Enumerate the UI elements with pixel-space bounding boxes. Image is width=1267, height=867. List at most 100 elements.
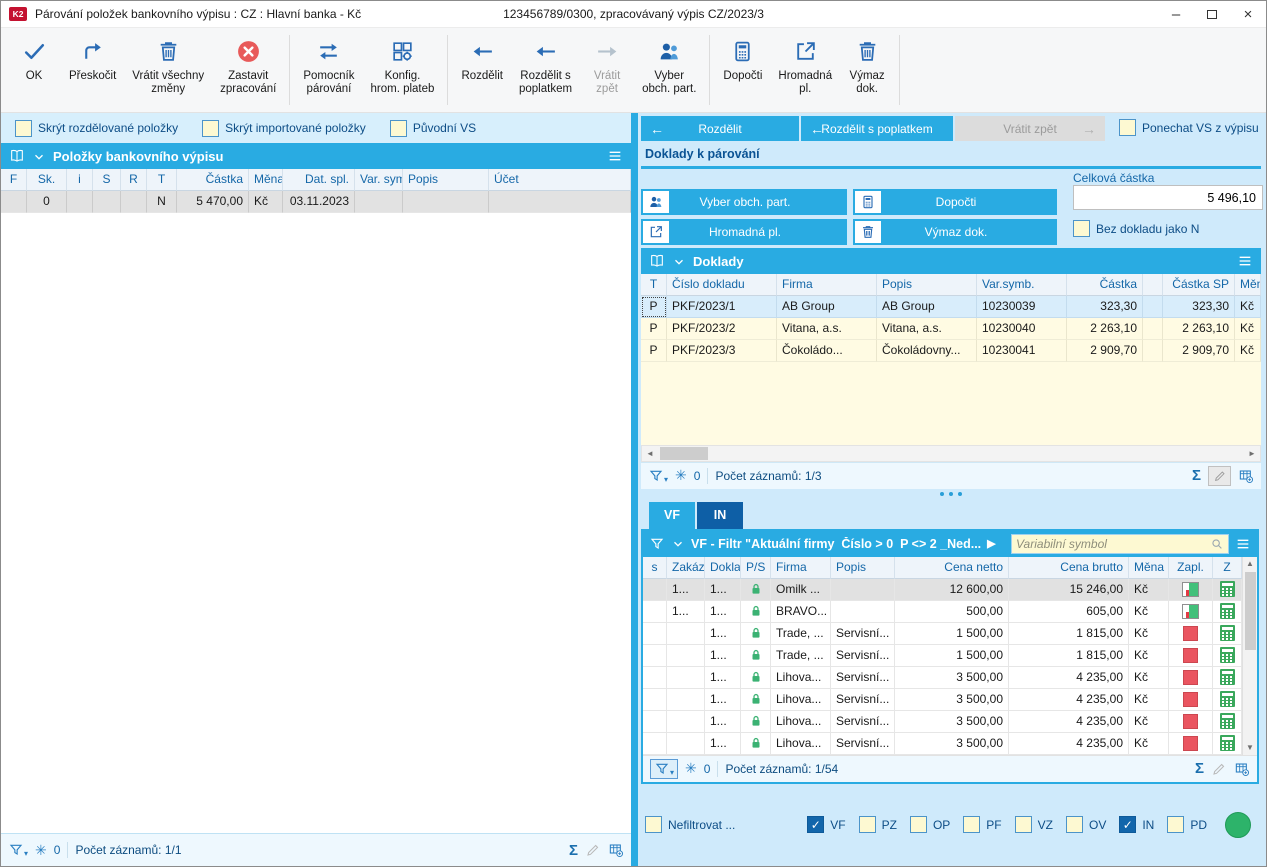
book-icon[interactable]: [9, 148, 25, 165]
no-doc-checkbox[interactable]: [1073, 220, 1090, 237]
hide-split-checkbox[interactable]: [15, 120, 32, 137]
invoice-row[interactable]: 1...Lihova...Servisní...3 500,004 235,00…: [643, 689, 1242, 711]
invoice-grid-header-cell[interactable]: Firma: [771, 557, 831, 579]
filter-icon[interactable]: ▾: [8, 842, 28, 858]
chevron-down-icon[interactable]: [671, 536, 685, 551]
no-doc-label[interactable]: Bez dokladu jako N: [1096, 222, 1199, 236]
book-icon[interactable]: [649, 253, 665, 270]
type-vf-checkbox[interactable]: ✓: [807, 816, 824, 833]
docs-grid[interactable]: TČíslo dokladuFirmaPopisVar.symb.ČástkaČ…: [641, 274, 1261, 362]
docs-grid-header-cell[interactable]: Částka: [1067, 274, 1143, 296]
type-pf-checkbox-group[interactable]: PF: [963, 816, 1001, 833]
panel-splitter-horizontal[interactable]: [641, 489, 1261, 500]
docs-grid-header-cell[interactable]: Popis: [877, 274, 977, 296]
maximize-button[interactable]: [1194, 1, 1230, 27]
bank-item-row[interactable]: 0N5 470,00Kč03.11.2023: [1, 191, 631, 213]
chevron-down-icon[interactable]: [672, 253, 686, 269]
doc-row[interactable]: PPKF/2023/1AB GroupAB Group10230039323,3…: [641, 296, 1261, 318]
type-pd-checkbox-label[interactable]: PD: [1190, 818, 1207, 832]
docs-grid-header-cell[interactable]: Měna: [1235, 274, 1261, 296]
split-button[interactable]: ← Rozdělit: [641, 116, 799, 141]
keep-vs-label[interactable]: Ponechat VS z výpisu: [1142, 121, 1259, 135]
table-add-icon[interactable]: [1238, 468, 1254, 484]
invoice-grid-header-cell[interactable]: P/S: [741, 557, 771, 579]
bank-items-header-cell[interactable]: Dat. spl.: [283, 169, 355, 191]
type-op-checkbox[interactable]: [910, 816, 927, 833]
invoice-row[interactable]: 1...1...BRAVO...500,00605,00Kč: [643, 601, 1242, 623]
total-amount-input[interactable]: [1073, 185, 1263, 210]
type-vz-checkbox-label[interactable]: VZ: [1038, 818, 1053, 832]
type-ov-checkbox[interactable]: [1066, 816, 1083, 833]
type-vf-checkbox-group[interactable]: ✓VF: [807, 816, 845, 833]
compute-button[interactable]: Dopočti: [853, 189, 1057, 215]
hide-split-checkbox-group[interactable]: Skrýt rozdělované položky: [15, 120, 178, 137]
type-op-checkbox-group[interactable]: OP: [910, 816, 950, 833]
bank-items-grid[interactable]: FSk.iSRTČástkaMěnaDat. spl.Var. sym.Popi…: [1, 169, 631, 213]
invoice-grid-header-cell[interactable]: Měna: [1129, 557, 1169, 579]
toolbar-pick-partner-button[interactable]: Vyber obch. part.: [634, 32, 704, 108]
type-pf-checkbox-label[interactable]: PF: [986, 818, 1001, 832]
scroll-right-icon[interactable]: ►: [1244, 449, 1260, 458]
pick-partner-button[interactable]: Vyber obch. part.: [641, 189, 847, 215]
doc-row[interactable]: PPKF/2023/3Čokoládo...Čokoládovny...1023…: [641, 340, 1261, 362]
hide-imported-checkbox-label[interactable]: Skrýt importované položky: [225, 121, 366, 135]
type-pd-checkbox-group[interactable]: PD: [1167, 816, 1207, 833]
docs-grid-header-cell[interactable]: T: [641, 274, 667, 296]
menu-icon[interactable]: [1235, 536, 1251, 552]
invoice-grid-header-cell[interactable]: Zapl.: [1169, 557, 1213, 579]
toolbar-bulk-pay-button[interactable]: Hromadná pl.: [770, 32, 840, 108]
toolbar-bulk-config-button[interactable]: Konfig. hrom. plateb: [363, 32, 443, 108]
invoice-grid-header-cell[interactable]: Z: [1213, 557, 1242, 579]
split-with-fee-button[interactable]: ← Rozdělit s poplatkem: [801, 116, 953, 141]
bank-items-header-cell[interactable]: Účet: [489, 169, 631, 191]
type-pf-checkbox[interactable]: [963, 816, 980, 833]
table-add-icon[interactable]: [1234, 761, 1250, 777]
tab-in[interactable]: IN: [697, 502, 743, 529]
bank-items-header-cell[interactable]: R: [121, 169, 147, 191]
bank-items-header-cell[interactable]: T: [147, 169, 177, 191]
type-pd-checkbox[interactable]: [1167, 816, 1184, 833]
scroll-left-icon[interactable]: ◄: [642, 449, 658, 458]
unfiltered-checkbox[interactable]: [645, 816, 662, 833]
bank-items-header-cell[interactable]: S: [93, 169, 121, 191]
toolbar-stop-button[interactable]: Zastavit zpracování: [212, 32, 284, 108]
unfiltered-checkbox-group[interactable]: Nefiltrovat ...: [645, 816, 735, 833]
chevron-down-icon[interactable]: [32, 148, 46, 164]
sum-icon[interactable]: Σ: [1195, 760, 1204, 777]
original-vs-checkbox-label[interactable]: Původní VS: [413, 121, 476, 135]
invoice-row[interactable]: 1...Trade, ...Servisní...1 500,001 815,0…: [643, 645, 1242, 667]
minimize-button[interactable]: –: [1158, 1, 1194, 27]
type-in-checkbox[interactable]: ✓: [1119, 816, 1136, 833]
funnel-icon[interactable]: [649, 536, 665, 552]
bank-items-header-cell[interactable]: Var. sym.: [355, 169, 403, 191]
toolbar-split-button[interactable]: Rozdělit: [453, 32, 511, 108]
scroll-thumb[interactable]: [1245, 572, 1256, 650]
invoice-grid-header-cell[interactable]: Dokla: [705, 557, 741, 579]
bank-items-header-cell[interactable]: Částka: [177, 169, 249, 191]
pin-icon[interactable]: ✳: [35, 842, 47, 859]
type-pz-checkbox[interactable]: [859, 816, 876, 833]
invoice-grid[interactable]: sZakázDoklaP/SFirmaPopisCena nettoCena b…: [643, 557, 1242, 755]
toolbar-ok-button[interactable]: OK: [7, 32, 61, 108]
tab-vf[interactable]: VF: [649, 502, 695, 529]
no-doc-checkbox-group[interactable]: Bez dokladu jako N: [1073, 220, 1199, 237]
original-vs-checkbox-group[interactable]: Původní VS: [390, 120, 476, 137]
play-icon[interactable]: ▶: [987, 537, 995, 550]
type-vz-checkbox[interactable]: [1015, 816, 1032, 833]
invoice-row[interactable]: 1...Lihova...Servisní...3 500,004 235,00…: [643, 667, 1242, 689]
scroll-down-icon[interactable]: ▼: [1246, 741, 1254, 755]
variable-symbol-input[interactable]: [1016, 537, 1210, 551]
toolbar-skip-button[interactable]: Přeskočit: [61, 32, 124, 108]
type-ov-checkbox-label[interactable]: OV: [1089, 818, 1106, 832]
keep-vs-checkbox-group[interactable]: Ponechat VS z výpisu: [1119, 116, 1259, 136]
hide-imported-checkbox[interactable]: [202, 120, 219, 137]
bank-items-header-cell[interactable]: Popis: [403, 169, 489, 191]
sum-icon[interactable]: Σ: [569, 842, 578, 859]
type-ov-checkbox-group[interactable]: OV: [1066, 816, 1106, 833]
invoice-grid-header-cell[interactable]: Cena brutto: [1009, 557, 1129, 579]
bank-items-header-cell[interactable]: Měna: [249, 169, 283, 191]
invoice-grid-header-cell[interactable]: s: [643, 557, 667, 579]
docs-grid-header-cell[interactable]: Číslo dokladu: [667, 274, 777, 296]
unfiltered-checkbox-label[interactable]: Nefiltrovat ...: [668, 818, 735, 832]
magnifier-icon[interactable]: [1210, 536, 1224, 551]
